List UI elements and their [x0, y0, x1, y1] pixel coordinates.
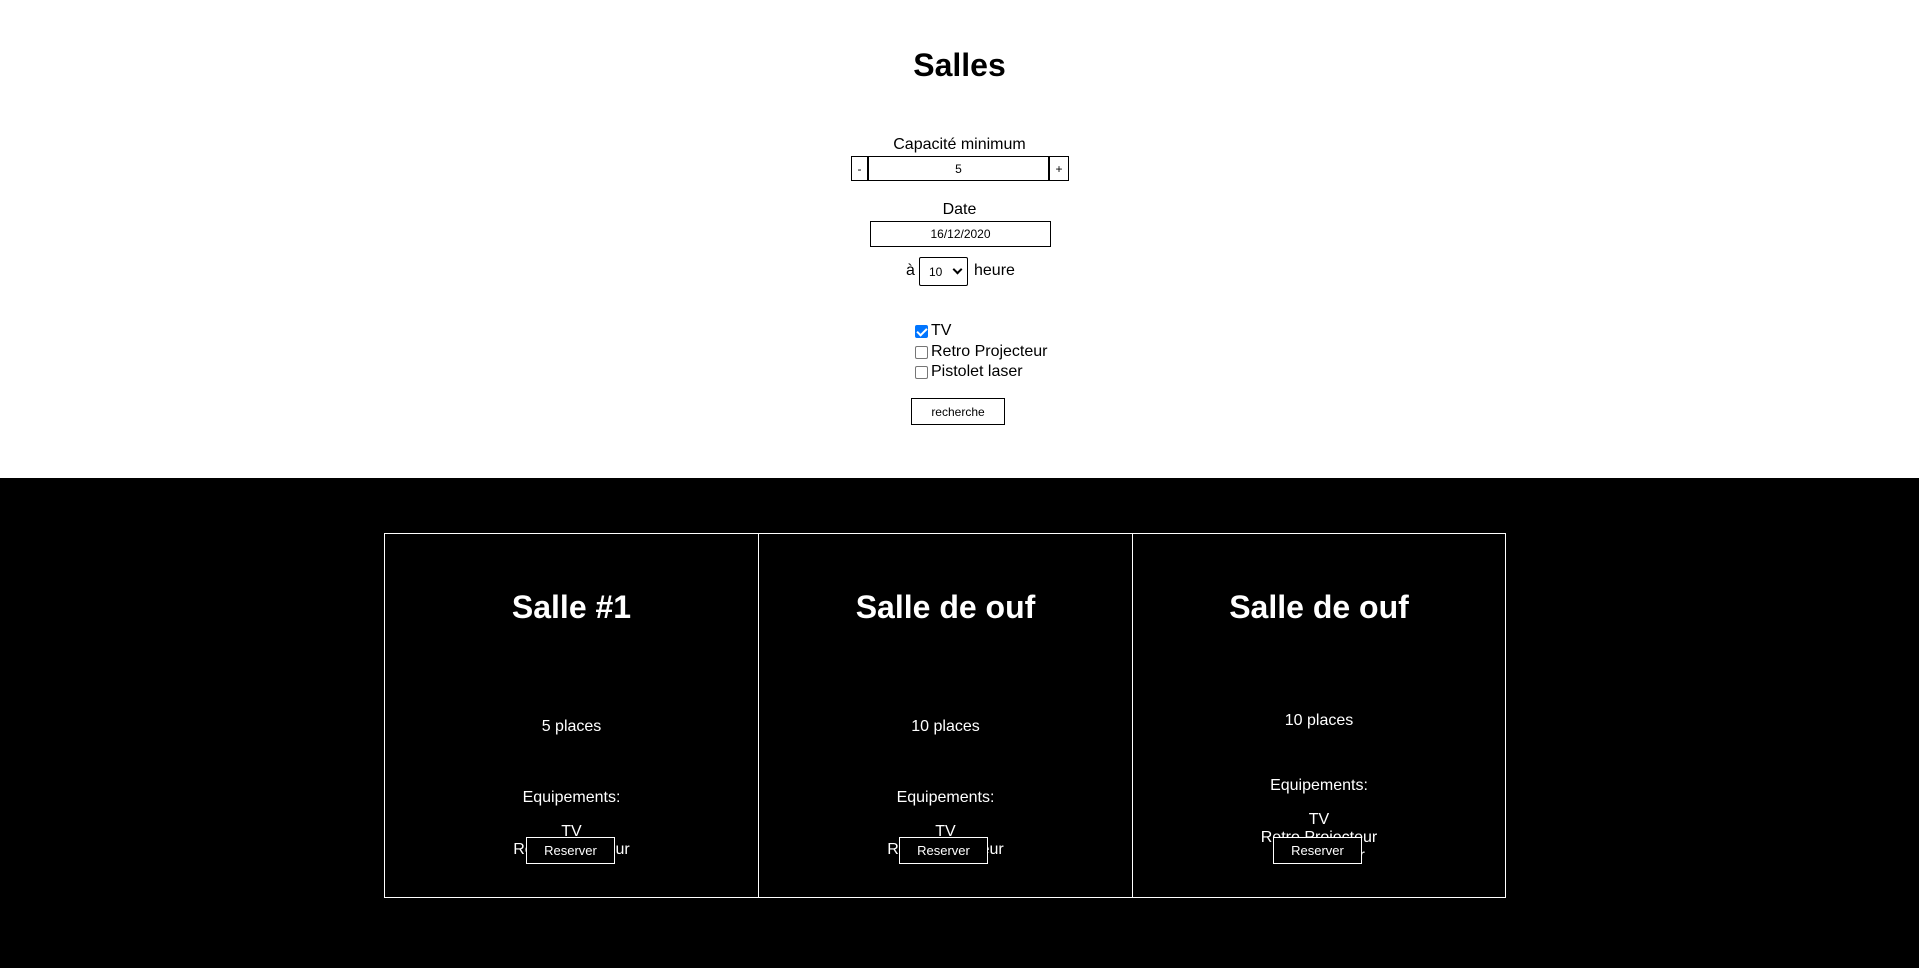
- room-card: Salle de ouf 10 places Equipements: TV R…: [758, 533, 1133, 898]
- equipment-label: Equipements:: [522, 789, 621, 806]
- page-title: Salles: [913, 47, 1006, 83]
- chevron-down-icon: [952, 264, 963, 275]
- equipment-option-tv[interactable]: TV: [915, 322, 951, 340]
- room-capacity: 5 places: [541, 718, 602, 735]
- room-name: Salle de ouf: [855, 589, 1036, 625]
- equipment-option-label: Pistolet laser: [931, 363, 1023, 380]
- capacity-label: Capacité minimum: [893, 136, 1026, 153]
- checkbox-pistolet-laser[interactable]: [915, 365, 928, 379]
- equipment-option-label: Retro Projecteur: [931, 343, 1048, 360]
- capacity-input[interactable]: 5: [868, 156, 1049, 181]
- checkbox-retro-projecteur[interactable]: [915, 345, 928, 359]
- hour-select[interactable]: 10: [919, 257, 968, 286]
- reserve-button[interactable]: Reserver: [1273, 837, 1362, 864]
- hour-suffix: heure: [974, 262, 1015, 279]
- date-label: Date: [942, 201, 977, 218]
- equipment-label: Equipements:: [1270, 777, 1368, 794]
- checkbox-tv[interactable]: [915, 324, 928, 338]
- room-card: Salle de ouf 10 places Equipements: TV R…: [1132, 533, 1506, 898]
- equipment-item: TV: [1308, 811, 1330, 828]
- search-button[interactable]: recherche: [911, 398, 1005, 425]
- equipment-label: Equipements:: [896, 789, 995, 806]
- reserve-button[interactable]: Reserver: [899, 837, 988, 864]
- results-panel: Salle #1 5 places Equipements: TV Retro …: [0, 478, 1919, 968]
- reserve-button[interactable]: Reserver: [526, 837, 615, 864]
- room-capacity: 10 places: [911, 718, 980, 735]
- capacity-increment-button[interactable]: +: [1049, 156, 1069, 181]
- search-panel: Salles Capacité minimum - 5 + Date 16/12…: [0, 0, 1919, 478]
- hour-select-value: 10: [929, 264, 943, 279]
- room-name: Salle #1: [511, 589, 632, 625]
- room-capacity: 10 places: [1284, 712, 1354, 729]
- hour-prefix: à: [906, 262, 915, 279]
- room-card: Salle #1 5 places Equipements: TV Retro …: [384, 533, 759, 898]
- date-input[interactable]: 16/12/2020: [870, 221, 1051, 247]
- equipment-option-retro-projecteur[interactable]: Retro Projecteur: [915, 343, 1048, 361]
- room-name: Salle de ouf: [1229, 589, 1409, 625]
- equipment-option-label: TV: [931, 322, 952, 339]
- hour-row: à 10 heure: [0, 257, 1919, 287]
- equipment-option-pistolet-laser[interactable]: Pistolet laser: [915, 363, 1023, 381]
- capacity-decrement-button[interactable]: -: [851, 156, 868, 181]
